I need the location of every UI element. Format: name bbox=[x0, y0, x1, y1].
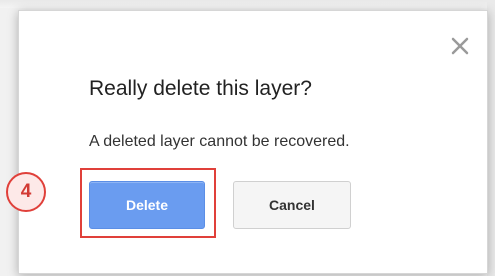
step-number-badge: 4 bbox=[6, 172, 46, 212]
dialog-title: Really delete this layer? bbox=[89, 77, 312, 100]
background-strip-top bbox=[0, 0, 495, 8]
cancel-button[interactable]: Cancel bbox=[233, 181, 351, 229]
delete-layer-dialog: Really delete this layer? A deleted laye… bbox=[18, 10, 488, 274]
delete-button-highlight bbox=[80, 168, 216, 238]
dialog-message: A deleted layer cannot be recovered. bbox=[89, 133, 350, 150]
close-icon[interactable] bbox=[449, 35, 471, 57]
background-strip-right bbox=[487, 0, 495, 276]
